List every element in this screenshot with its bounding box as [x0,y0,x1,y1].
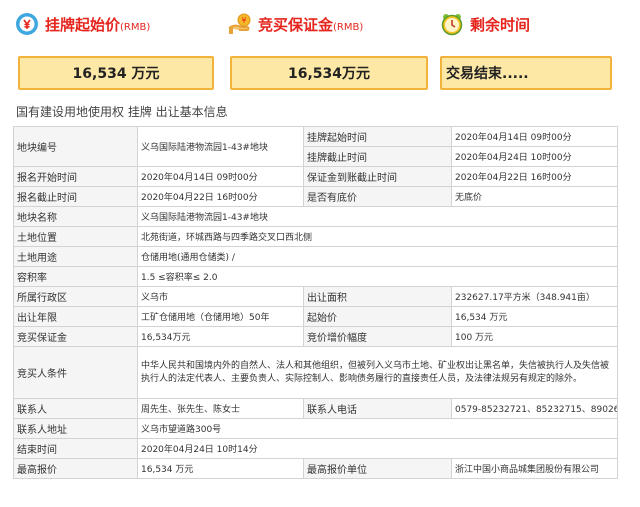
deposit-panel: ¥ 竞买保证金(RMB) 16,534万元 [228,0,428,90]
table-row: 最高报价 16,534 万元 最高报价单位 浙江中国小商品城集团股份有限公司 [13,458,618,479]
remaining-value: 交易结束..... [440,56,612,90]
deposit-value: 16,534万元 [230,56,428,90]
apply-end-value: 2020年04月22日 16时00分 [137,186,304,207]
deposit-deadline-value: 2020年04月22日 16时00分 [451,166,618,187]
address-value: 义乌市望道路300号 [137,418,618,439]
term-label: 出让年限 [13,306,138,327]
contact-label: 联系人 [13,398,138,419]
table-row: 联系人 周先生、张先生、陈女士 联系人电话 0579-85232721、8523… [13,398,618,419]
deposit-label: 竞买保证金 [258,15,334,34]
apply-start-label: 报名开始时间 [13,166,138,187]
increment-value: 100 万元 [451,326,618,347]
table-row: 容积率 1.5 ≤容积率≤ 2.0 [13,266,618,287]
start-price-unit: (RMB) [120,21,151,33]
start-price-label: 挂牌起始价 [45,15,121,34]
district-label: 所属行政区 [13,286,138,307]
list-end-label: 挂牌截止时间 [303,146,452,167]
far-label: 容积率 [13,266,138,287]
table-row: 出让年限 工矿仓储用地（仓储用地）50年 起始价 16,534 万元 [13,306,618,327]
table-row: 竞买人条件 中华人民共和国境内外的自然人、法人和其他组织，但被列入义乌市土地、矿… [13,346,618,399]
land-info-table: 地块编号 义乌国际陆港物流园1-43#地块 挂牌起始时间 2020年04月14日… [13,126,618,479]
summary-header: 挂牌起始价(RMB) 16,534 万元 ¥ 竞买保证金(RMB) 16,534… [0,0,640,98]
start-price-panel: 挂牌起始价(RMB) 16,534 万元 [15,0,215,90]
bid-deposit-value: 16,534万元 [137,326,304,347]
phone-label: 联系人电话 [303,398,452,419]
list-end-value: 2020年04月24日 10时00分 [451,146,618,167]
table-row: 报名截止时间 2020年04月22日 16时00分 是否有底价 无底价 [13,186,618,207]
hand-money-icon: ¥ [228,13,251,34]
price-tag-icon [16,13,38,35]
deposit-unit: (RMB) [333,21,364,33]
list-start-label: 挂牌起始时间 [303,126,452,147]
parcel-name-label: 地块名称 [13,206,138,227]
area-label: 出让面积 [303,286,452,307]
reserve-label: 是否有底价 [303,186,452,207]
svg-text:¥: ¥ [241,16,246,25]
table-row: 地块名称 义乌国际陆港物流园1-43#地块 [13,206,618,227]
parcel-no-value: 义乌国际陆港物流园1-43#地块 [137,126,304,167]
apply-start-value: 2020年04月14日 09时00分 [137,166,304,187]
table-row: 竞买保证金 16,534万元 竞价增价幅度 100 万元 [13,326,618,347]
remaining-label: 剩余时间 [470,15,531,34]
parcel-no-label: 地块编号 [13,126,138,167]
end-time-value: 2020年04月24日 10时14分 [137,438,618,459]
section-title: 国有建设用地使用权 挂牌 出让基本信息 [16,105,228,119]
list-start-value: 2020年04月14日 09时00分 [451,126,618,147]
term-value: 工矿仓储用地（仓储用地）50年 [137,306,304,327]
table-row: 土地用途 仓储用地(通用仓储类) / [13,246,618,267]
contact-value: 周先生、张先生、陈女士 [137,398,304,419]
top-bid-value: 16,534 万元 [137,458,304,479]
table-row: 联系人地址 义乌市望道路300号 [13,418,618,439]
remaining-time-panel: 剩余时间 交易结束..... [440,0,640,90]
start-price-value: 16,534 万元 [18,56,214,90]
far-value: 1.5 ≤容积率≤ 2.0 [137,266,618,287]
start-price-row-value: 16,534 万元 [451,306,618,327]
conditions-label: 竞买人条件 [13,346,138,399]
table-row: 土地位置 北苑街道，环城西路与四季路交叉口西北侧 [13,226,618,247]
deposit-deadline-label: 保证金到账截止时间 [303,166,452,187]
parcel-name-value: 义乌国际陆港物流园1-43#地块 [137,206,618,227]
usage-label: 土地用途 [13,246,138,267]
conditions-value: 中华人民共和国境内外的自然人、法人和其他组织，但被列入义乌市土地、矿业权出让黑名… [137,346,618,399]
location-label: 土地位置 [13,226,138,247]
district-value: 义乌市 [137,286,304,307]
table-row: 报名开始时间 2020年04月14日 09时00分 保证金到账截止时间 2020… [13,166,618,187]
area-value: 232627.17平方米（348.941亩） [451,286,618,307]
location-value: 北苑街道，环城西路与四季路交叉口西北侧 [137,226,618,247]
address-label: 联系人地址 [13,418,138,439]
bid-deposit-label: 竞买保证金 [13,326,138,347]
top-bid-label: 最高报价 [13,458,138,479]
alarm-clock-icon [441,14,463,36]
end-time-label: 结束时间 [13,438,138,459]
increment-label: 竞价增价幅度 [303,326,452,347]
table-row: 结束时间 2020年04月24日 10时14分 [13,438,618,459]
start-price-row-label: 起始价 [303,306,452,327]
table-row: 所属行政区 义乌市 出让面积 232627.17平方米（348.941亩） [13,286,618,307]
apply-end-label: 报名截止时间 [13,186,138,207]
usage-value: 仓储用地(通用仓储类) / [137,246,618,267]
table-row: 地块编号 义乌国际陆港物流园1-43#地块 挂牌起始时间 2020年04月14日… [13,126,618,167]
phone-value: 0579-85232721、85232715、89026051 [451,398,618,419]
top-bidder-value: 浙江中国小商品城集团股份有限公司 [451,458,618,479]
top-bidder-label: 最高报价单位 [303,458,452,479]
reserve-value: 无底价 [451,186,618,207]
